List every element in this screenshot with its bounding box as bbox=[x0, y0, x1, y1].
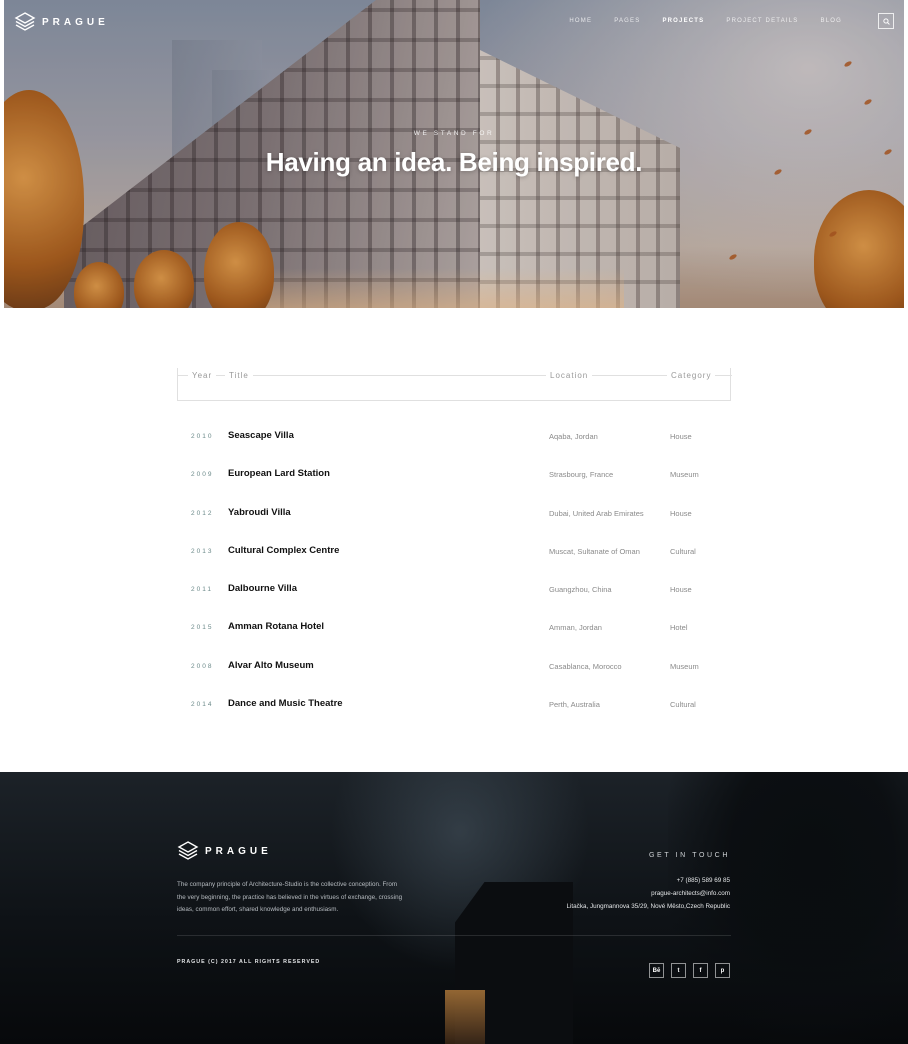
social-links: Bē t f p bbox=[649, 963, 730, 978]
nav-item-blog[interactable]: BLOG bbox=[821, 18, 842, 24]
row-year: 2014 bbox=[191, 701, 214, 709]
row-location: Casablanca, Morocco bbox=[549, 661, 622, 671]
hero-banner: PRAGUE HOME PAGES PROJECTS PROJECT DETAI… bbox=[4, 0, 904, 308]
site-footer: PRAGUE The company principle of Architec… bbox=[0, 772, 908, 1044]
row-title[interactable]: Dalbourne Villa bbox=[228, 583, 297, 594]
contact-title: GET IN TOUCH bbox=[649, 852, 730, 859]
row-year: 2010 bbox=[191, 433, 214, 440]
nav-item-projects[interactable]: PROJECTS bbox=[662, 18, 704, 24]
footer-divider bbox=[177, 935, 731, 936]
row-location: Aqaba, Jordan bbox=[549, 432, 598, 441]
row-category: Cultural bbox=[670, 700, 696, 710]
table-row[interactable]: 2008 Alvar Alto Museum Casablanca, Moroc… bbox=[177, 651, 731, 689]
search-button[interactable] bbox=[878, 13, 894, 29]
row-category: Hotel bbox=[670, 623, 688, 633]
row-title[interactable]: Cultural Complex Centre bbox=[228, 545, 339, 556]
footer-logo[interactable]: PRAGUE bbox=[177, 840, 272, 862]
row-location: Amman, Jordan bbox=[549, 623, 602, 633]
logo-wordmark: PRAGUE bbox=[42, 16, 109, 28]
table-row[interactable]: 2013 Cultural Complex Centre Muscat, Sul… bbox=[177, 536, 731, 574]
row-category: Museum bbox=[670, 661, 699, 671]
table-row[interactable]: 2014 Dance and Music Theatre Perth, Aust… bbox=[177, 689, 731, 727]
hero-kicker: WE STAND FOR bbox=[413, 130, 495, 137]
row-year: 2008 bbox=[191, 662, 214, 670]
column-header-category[interactable]: Category bbox=[667, 371, 716, 380]
row-title[interactable]: Yabroudi Villa bbox=[228, 507, 291, 518]
row-location: Muscat, Sultanate of Oman bbox=[549, 546, 640, 556]
row-category: House bbox=[670, 432, 692, 441]
row-year: 2013 bbox=[191, 547, 214, 555]
row-year: 2012 bbox=[191, 509, 214, 517]
table-row[interactable]: 2015 Amman Rotana Hotel Amman, Jordan Ho… bbox=[177, 612, 731, 650]
table-body: 2010 Seascape Villa Aqaba, Jordan House … bbox=[177, 421, 731, 727]
facebook-icon[interactable]: f bbox=[693, 963, 708, 978]
hero-headline: Having an idea. Being inspired. bbox=[265, 147, 643, 177]
row-location: Strasbourg, France bbox=[549, 470, 614, 480]
main-nav: HOME PAGES PROJECTS PROJECT DETAILS BLOG bbox=[569, 18, 842, 24]
contact-phone[interactable]: +7 (885) 589 69 85 bbox=[567, 875, 730, 888]
row-category: Cultural bbox=[670, 546, 696, 556]
row-title[interactable]: Dance and Music Theatre bbox=[228, 698, 343, 709]
table-header-rule bbox=[178, 375, 732, 376]
search-icon bbox=[882, 17, 890, 25]
row-location: Perth, Australia bbox=[549, 700, 600, 710]
footer-about-text: The company principle of Architecture-St… bbox=[177, 881, 403, 913]
row-title[interactable]: Alvar Alto Museum bbox=[228, 660, 314, 671]
nav-item-pages[interactable]: PAGES bbox=[614, 18, 640, 24]
row-year: 2009 bbox=[191, 471, 214, 479]
footer-copyright: PRAGUE (C) 2017 ALL RIGHTS RESERVED bbox=[177, 959, 321, 965]
twitter-icon[interactable]: t bbox=[671, 963, 686, 978]
footer-house-light bbox=[445, 990, 485, 1044]
column-header-year[interactable]: Year bbox=[188, 371, 217, 380]
contact-address: Litačka, Jungmannova 35/29, Nové Město,C… bbox=[566, 902, 730, 910]
table-row[interactable]: 2012 Yabroudi Villa Dubai, United Arab E… bbox=[177, 498, 731, 536]
column-header-location[interactable]: Location bbox=[546, 371, 593, 380]
row-category: House bbox=[670, 585, 692, 595]
row-category: Museum bbox=[670, 470, 699, 480]
table-row[interactable]: 2011 Dalbourne Villa Guangzhou, China Ho… bbox=[177, 574, 731, 612]
projects-table: Year Title Location Category 2010 Seasca… bbox=[177, 368, 732, 727]
behance-icon[interactable]: Bē bbox=[649, 963, 664, 978]
site-logo[interactable]: PRAGUE bbox=[14, 11, 109, 33]
row-title[interactable]: Amman Rotana Hotel bbox=[228, 621, 324, 632]
row-title[interactable]: Seascape Villa bbox=[228, 430, 294, 441]
table-header: Year Title Location Category bbox=[177, 368, 732, 401]
table-row[interactable]: 2009 European Lard Station Strasbourg, F… bbox=[177, 459, 731, 497]
contact-email[interactable]: prague-architects@info.com bbox=[567, 888, 730, 901]
pinterest-icon[interactable]: p bbox=[715, 963, 730, 978]
logo-icon bbox=[14, 12, 36, 31]
row-location: Dubai, United Arab Emirates bbox=[549, 508, 644, 518]
row-year: 2011 bbox=[191, 586, 213, 594]
row-title[interactable]: European Lard Station bbox=[228, 468, 330, 479]
table-row[interactable]: 2010 Seascape Villa Aqaba, Jordan House bbox=[177, 421, 731, 459]
row-location: Guangzhou, China bbox=[549, 585, 612, 595]
row-year: 2015 bbox=[191, 624, 214, 632]
row-category: House bbox=[670, 508, 692, 518]
logo-wordmark: PRAGUE bbox=[205, 845, 272, 857]
footer-contact: GET IN TOUCH +7 (885) 589 69 85 prague-a… bbox=[567, 852, 730, 913]
logo-icon bbox=[177, 841, 199, 860]
nav-item-home[interactable]: HOME bbox=[569, 18, 592, 24]
nav-item-project-details[interactable]: PROJECT DETAILS bbox=[726, 18, 798, 24]
column-header-title[interactable]: Title bbox=[225, 371, 253, 380]
